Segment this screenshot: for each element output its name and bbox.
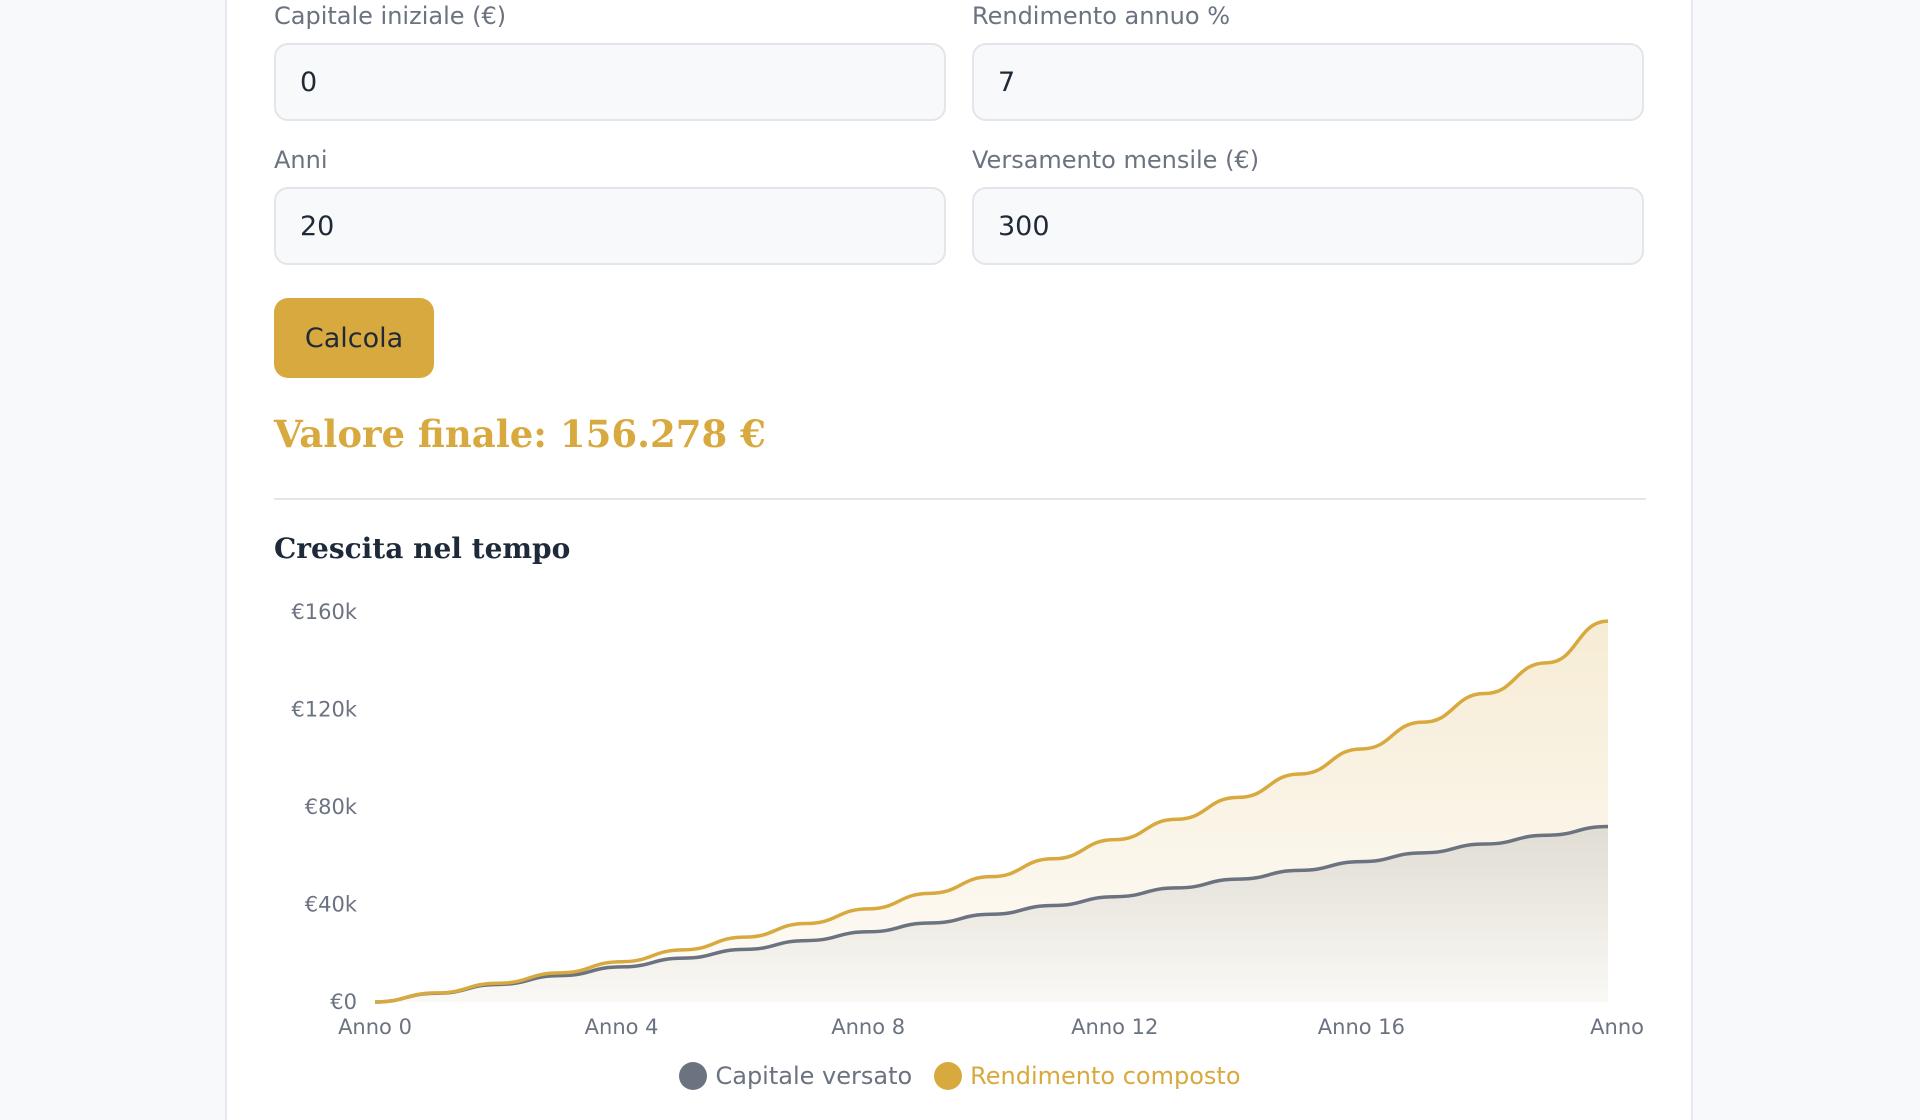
- years-input[interactable]: [274, 187, 946, 265]
- annual-return-label: Rendimento annuo %: [972, 2, 1231, 30]
- legend-label-rendimento-composto: Rendimento composto: [970, 1062, 1241, 1090]
- initial-capital-label: Capitale iniziale (€): [274, 2, 507, 30]
- monthly-deposit-label: Versamento mensile (€): [972, 146, 1260, 174]
- years-label: Anni: [274, 146, 328, 174]
- legend-swatch-capitale-versato: [679, 1062, 708, 1090]
- chart-title: Crescita nel tempo: [274, 532, 571, 565]
- final-value-result: Valore finale: 156.278 €: [274, 412, 766, 456]
- initial-capital-input[interactable]: [274, 43, 946, 121]
- chart-legend: Capitale versato Rendimento composto: [0, 1062, 1920, 1090]
- legend-item-capitale-versato[interactable]: Capitale versato: [679, 1062, 912, 1090]
- monthly-deposit-input[interactable]: [972, 187, 1644, 265]
- calculate-button[interactable]: Calcola: [274, 298, 434, 378]
- annual-return-input[interactable]: [972, 43, 1644, 121]
- legend-item-rendimento-composto[interactable]: Rendimento composto: [934, 1062, 1241, 1090]
- legend-label-capitale-versato: Capitale versato: [715, 1062, 913, 1090]
- section-divider: [274, 498, 1646, 500]
- legend-swatch-rendimento-composto: [934, 1062, 963, 1090]
